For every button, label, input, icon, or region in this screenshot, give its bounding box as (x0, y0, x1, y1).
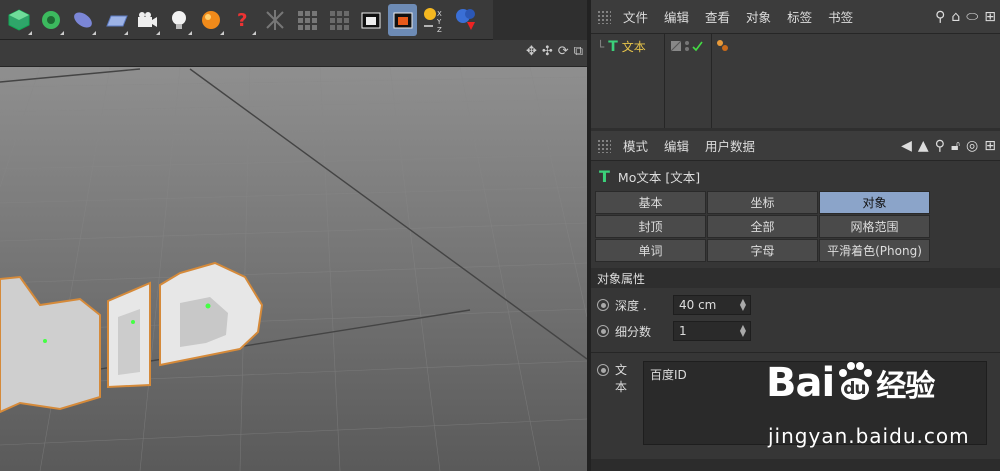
layer-icon[interactable] (671, 40, 682, 52)
depth-property: 深度 . 40 cm ▲ ▼ (591, 292, 1000, 318)
render-active-icon[interactable] (388, 3, 417, 36)
axis-grid2-icon[interactable] (324, 4, 353, 36)
axis-grid-icon[interactable] (292, 4, 321, 36)
spinner-icon[interactable]: ▲ ▼ (740, 298, 746, 312)
main-toolbar: ? XYZ (0, 0, 493, 40)
tab-caps[interactable]: 封顶 (595, 215, 706, 238)
logo-text-b: du (843, 379, 866, 399)
tab-basic[interactable]: 基本 (595, 191, 706, 214)
home-icon[interactable]: ⌂ (951, 9, 960, 25)
object-manager: 文件 编辑 查看 对象 标签 书签 ⚲ ⌂ ⬭ ⊞ └ T 文本 (591, 0, 1000, 128)
pan-view-icon[interactable]: ✣ (542, 44, 553, 59)
render-settings-icon[interactable] (452, 4, 481, 36)
back-arrow-icon[interactable]: ◀ (901, 138, 912, 154)
depth-label: 深度 . (615, 298, 647, 313)
text-object-icon: T (608, 38, 618, 55)
subdivision-value[interactable]: 1 (679, 324, 687, 338)
rotate-view-icon[interactable]: ⟳ (558, 44, 569, 59)
object-row-text[interactable]: └ T 文本 (597, 38, 646, 55)
viewport-canvas[interactable] (0, 67, 587, 471)
svg-text:X: X (437, 10, 442, 18)
animate-radio[interactable] (597, 299, 609, 311)
menu-edit[interactable]: 编辑 (664, 7, 689, 26)
watermark: Bai du 经验 jingyan.baidu.com (760, 360, 996, 450)
attribute-manager-menubar: 模式 编辑 用户数据 ◀ ▲ ⚲ 🔓︎ ◎ ⊞ (591, 131, 1000, 161)
grip-icon[interactable] (597, 138, 611, 153)
spinner-icon[interactable]: ▲ ▼ (740, 324, 746, 338)
search-icon[interactable]: ⚲ (935, 9, 945, 25)
tab-all[interactable]: 全部 (707, 215, 818, 238)
camera-icon[interactable] (132, 4, 161, 36)
cube-icon[interactable] (4, 4, 33, 36)
text-label: 文本 (615, 363, 628, 394)
logo-text-c: 经验 (876, 369, 935, 404)
attribute-tabs: 基本 坐标 对象 封顶 全部 网格范围 单词 字母 平滑着色(Phong) (595, 191, 1000, 262)
animate-radio[interactable] (597, 364, 609, 376)
light-icon[interactable] (164, 4, 193, 36)
object-title: T Mo文本 [文本] (591, 161, 1000, 191)
svg-text:?: ? (237, 10, 247, 31)
object-title-text: Mo文本 [文本] (617, 169, 701, 185)
object-manager-menubar: 文件 编辑 查看 对象 标签 书签 ⚲ ⌂ ⬭ ⊞ (591, 0, 1000, 34)
menu-mode[interactable]: 模式 (623, 136, 648, 155)
tag-icon[interactable] (715, 38, 731, 54)
tab-phong[interactable]: 平滑着色(Phong) (819, 239, 930, 262)
subdivision-field[interactable]: 1 ▲ ▼ (673, 321, 751, 341)
menu-user-data[interactable]: 用户数据 (705, 136, 755, 155)
menu-file[interactable]: 文件 (623, 7, 648, 26)
logo-text-a: Bai (766, 360, 835, 406)
gear-gen-icon[interactable] (36, 4, 65, 36)
material-icon[interactable] (196, 4, 225, 36)
tab-object[interactable]: 对象 (819, 191, 930, 214)
svg-text:Z: Z (437, 26, 442, 34)
target-icon[interactable]: ◎ (966, 138, 978, 154)
viewport-header: ✥ ✣ ⟳ ⧉ (0, 40, 587, 67)
deformer-icon[interactable] (68, 4, 97, 36)
subdivision-property: 细分数 1 ▲ ▼ (591, 318, 1000, 344)
visibility-dots-icon[interactable] (685, 41, 689, 51)
menu-view[interactable]: 查看 (705, 7, 730, 26)
depth-value[interactable]: 40 cm (679, 298, 716, 312)
lock-icon[interactable]: 🔓︎ (951, 138, 960, 154)
add-panel-icon[interactable]: ⊞ (984, 138, 996, 154)
menu-tags[interactable]: 标签 (787, 7, 812, 26)
watermark-url: jingyan.baidu.com (768, 424, 970, 448)
pill-icon[interactable]: ⬭ (966, 9, 978, 25)
object-name[interactable]: 文本 (622, 38, 646, 55)
text-object-icon: T (599, 166, 610, 186)
bottom-strip (591, 459, 1000, 471)
tab-words[interactable]: 单词 (595, 239, 706, 262)
menu-object[interactable]: 对象 (746, 7, 771, 26)
grip-icon[interactable] (597, 9, 611, 24)
coords-icon[interactable]: XYZ (420, 4, 449, 36)
animate-radio[interactable] (597, 325, 609, 337)
axis-x-icon[interactable] (260, 4, 289, 36)
hierarchy-line-icon: └ (597, 39, 605, 54)
tab-coord[interactable]: 坐标 (707, 191, 818, 214)
menu-edit[interactable]: 编辑 (664, 136, 689, 155)
maximize-view-icon[interactable]: ⧉ (574, 44, 583, 59)
up-arrow-icon[interactable]: ▲ (918, 138, 929, 154)
section-header: 对象属性 (591, 268, 1000, 288)
help-icon[interactable]: ? (228, 4, 257, 36)
add-panel-icon[interactable]: ⊞ (984, 9, 996, 25)
baidu-logo: Bai du 经验 (766, 360, 935, 406)
tab-grid-range[interactable]: 网格范围 (819, 215, 930, 238)
enabled-check-icon[interactable] (692, 41, 703, 52)
render-view-icon[interactable] (356, 4, 385, 36)
floor-icon[interactable] (100, 4, 129, 36)
search-icon[interactable]: ⚲ (935, 138, 945, 154)
svg-text:Y: Y (436, 18, 442, 26)
move-view-icon[interactable]: ✥ (526, 44, 537, 59)
depth-field[interactable]: 40 cm ▲ ▼ (673, 295, 751, 315)
tab-letters[interactable]: 字母 (707, 239, 818, 262)
viewport[interactable]: ✥ ✣ ⟳ ⧉ (0, 40, 587, 471)
subdivision-label: 细分数 (615, 324, 652, 339)
menu-bookmarks[interactable]: 书签 (828, 7, 853, 26)
paw-icon: du (835, 362, 875, 403)
